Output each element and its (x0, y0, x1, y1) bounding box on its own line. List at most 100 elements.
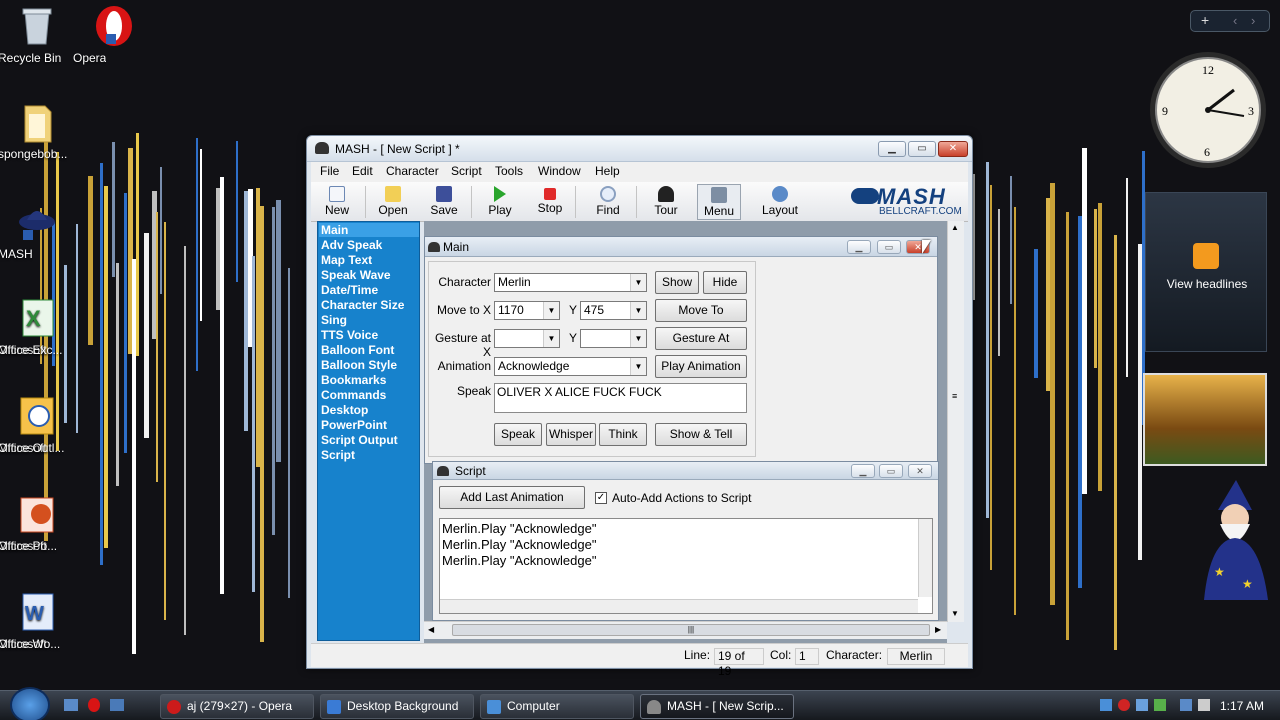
stop-button[interactable]: Stop (535, 184, 565, 220)
scroll-up-arrow-icon[interactable]: ▲ (951, 223, 959, 232)
sidebar-item-speak-wave[interactable]: Speak Wave (321, 268, 391, 282)
vertical-scrollbar[interactable]: ▲ ≡ ▼ (947, 221, 964, 622)
menu-edit[interactable]: Edit (352, 164, 373, 178)
scroll-thumb[interactable]: ≡ (952, 391, 957, 401)
tray-volume-icon[interactable] (1198, 699, 1210, 711)
script-hscroll[interactable] (440, 599, 918, 613)
sidebar-item-adv-speak[interactable]: Adv Speak (321, 238, 382, 252)
menu-file[interactable]: File (320, 164, 339, 178)
desktop-icon-spongebob-folder[interactable]: spongebob... (0, 100, 76, 161)
view-headlines-link[interactable]: View headlines (1146, 277, 1268, 291)
quicklaunch-switch-windows-icon[interactable] (110, 699, 124, 711)
speak-button[interactable]: Speak (494, 423, 542, 446)
horizontal-scrollbar[interactable]: ◀ ||| ▶ (424, 621, 947, 639)
script-editor[interactable]: Merlin.Play "Acknowledge" Merlin.Play "A… (439, 518, 933, 614)
sidebar-item-bookmarks[interactable]: Bookmarks (321, 373, 386, 387)
scroll-down-arrow-icon[interactable]: ▼ (951, 609, 959, 618)
taskbar-item-desktop-background[interactable]: Desktop Background (320, 694, 474, 719)
menu-window[interactable]: Window (538, 164, 581, 178)
show-and-tell-button[interactable]: Show & Tell (655, 423, 747, 446)
move-y-input[interactable]: 475 ▼ (580, 301, 647, 320)
window-titlebar[interactable]: MASH - [ New Script ] * ▁ ▭ ✕ (307, 136, 972, 162)
menu-character[interactable]: Character (386, 164, 439, 178)
auto-add-checkbox[interactable]: ✓ (595, 492, 607, 504)
hide-button[interactable]: Hide (703, 271, 747, 294)
add-gadget-button[interactable]: + (1201, 12, 1209, 28)
move-to-button[interactable]: Move To (655, 299, 747, 322)
sidebar-item-sing[interactable]: Sing (321, 313, 347, 327)
show-button[interactable]: Show (655, 271, 699, 294)
start-orb-icon[interactable] (10, 687, 50, 720)
desktop-icon-opera[interactable]: Opera (73, 4, 151, 65)
maximize-button[interactable]: ▭ (908, 141, 936, 157)
sidebar-item-balloon-style[interactable]: Balloon Style (321, 358, 397, 372)
open-button[interactable]: Open (373, 184, 413, 220)
tray-update-icon[interactable] (1136, 699, 1148, 711)
scroll-left-arrow-icon[interactable]: ◀ (428, 625, 434, 634)
taskbar-item-computer[interactable]: Computer (480, 694, 634, 719)
tray-display-icon[interactable] (1180, 699, 1192, 711)
rss-feed-gadget[interactable]: View headlines (1145, 192, 1267, 352)
script-close-button[interactable]: ✕ (908, 464, 932, 478)
sidebar-item-main[interactable]: Main (319, 223, 419, 237)
tour-button[interactable]: Tour (649, 184, 683, 220)
main-panel-titlebar[interactable]: Main ▁ ▭ ✕ (425, 237, 937, 257)
sidebar-item-desktop[interactable]: Desktop (321, 403, 368, 417)
gesture-at-button[interactable]: Gesture At (655, 327, 747, 350)
quicklaunch-opera-icon[interactable] (88, 698, 100, 712)
desktop-icon-word[interactable]: W Microsoft Office Wo... (0, 590, 76, 651)
save-button[interactable]: Save (427, 184, 461, 220)
sidebar-item-tts-voice[interactable]: TTS Voice (321, 328, 378, 342)
desktop-icon-mash[interactable]: MASH (0, 200, 76, 261)
next-gadget-button[interactable]: › (1251, 13, 1255, 28)
animation-select[interactable]: Acknowledge ▼ (494, 357, 647, 376)
sidebar-item-character-size[interactable]: Character Size (321, 298, 404, 312)
menu-help[interactable]: Help (595, 164, 620, 178)
find-button[interactable]: Find (593, 184, 623, 220)
scroll-right-arrow-icon[interactable]: ▶ (935, 625, 941, 634)
move-x-input[interactable]: 1170 ▼ (494, 301, 560, 320)
new-button[interactable]: New (319, 184, 355, 220)
desktop-icon-recycle-bin[interactable]: Recycle Bin (0, 4, 76, 65)
taskbar-item-mash[interactable]: MASH - [ New Scrip... (640, 694, 794, 719)
main-minimize-button[interactable]: ▁ (847, 240, 871, 254)
sidebar-item-date-time[interactable]: Date/Time (321, 283, 378, 297)
sidebar-item-map-text[interactable]: Map Text (321, 253, 372, 267)
speak-textarea[interactable]: OLIVER X ALICE FUCK FUCK (494, 383, 747, 413)
taskbar-clock[interactable]: 1:17 AM (1220, 699, 1264, 713)
desktop-icon-outlook[interactable]: Microsoft Office Outl... (0, 394, 76, 455)
main-maximize-button[interactable]: ▭ (877, 240, 901, 254)
sidebar-item-script[interactable]: Script (321, 448, 355, 462)
script-minimize-button[interactable]: ▁ (851, 464, 875, 478)
clock-gadget[interactable]: 12 3 6 9 (1148, 48, 1268, 172)
quicklaunch-show-desktop-icon[interactable] (64, 699, 78, 711)
sidebar-item-powerpoint[interactable]: PowerPoint (321, 418, 387, 432)
minimize-button[interactable]: ▁ (878, 141, 906, 157)
tray-safely-remove-icon[interactable] (1154, 699, 1166, 711)
desktop-icon-powerpoint[interactable]: Microsoft Office Po... (0, 492, 76, 553)
script-maximize-button[interactable]: ▭ (879, 464, 903, 478)
slideshow-gadget[interactable] (1143, 373, 1267, 466)
close-button[interactable]: ✕ (938, 141, 968, 157)
tray-security-icon[interactable] (1118, 699, 1130, 711)
taskbar-item-opera[interactable]: aj (279×27) - Opera (160, 694, 314, 719)
menu-script[interactable]: Script (451, 164, 482, 178)
character-select[interactable]: Merlin ▼ (494, 273, 647, 292)
menu-button[interactable]: Menu (697, 184, 741, 220)
script-vscroll[interactable] (918, 519, 932, 597)
gesture-y-input[interactable]: ▼ (580, 329, 647, 348)
tray-network-icon[interactable] (1100, 699, 1112, 711)
play-animation-button[interactable]: Play Animation (655, 355, 747, 378)
whisper-button[interactable]: Whisper (546, 423, 596, 446)
sidebar-item-balloon-font[interactable]: Balloon Font (321, 343, 394, 357)
merlin-character[interactable]: ★ ★ (1196, 480, 1274, 602)
script-panel-titlebar[interactable]: Script ▁ ▭ ✕ (433, 462, 938, 480)
add-last-animation-button[interactable]: Add Last Animation (439, 486, 585, 509)
think-button[interactable]: Think (599, 423, 647, 446)
sidebar-item-commands[interactable]: Commands (321, 388, 386, 402)
gesture-x-input[interactable]: ▼ (494, 329, 560, 348)
play-button[interactable]: Play (485, 184, 515, 220)
sidebar-item-script-output[interactable]: Script Output (321, 433, 398, 447)
hscroll-thumb[interactable]: ||| (452, 624, 930, 636)
menu-tools[interactable]: Tools (495, 164, 523, 178)
